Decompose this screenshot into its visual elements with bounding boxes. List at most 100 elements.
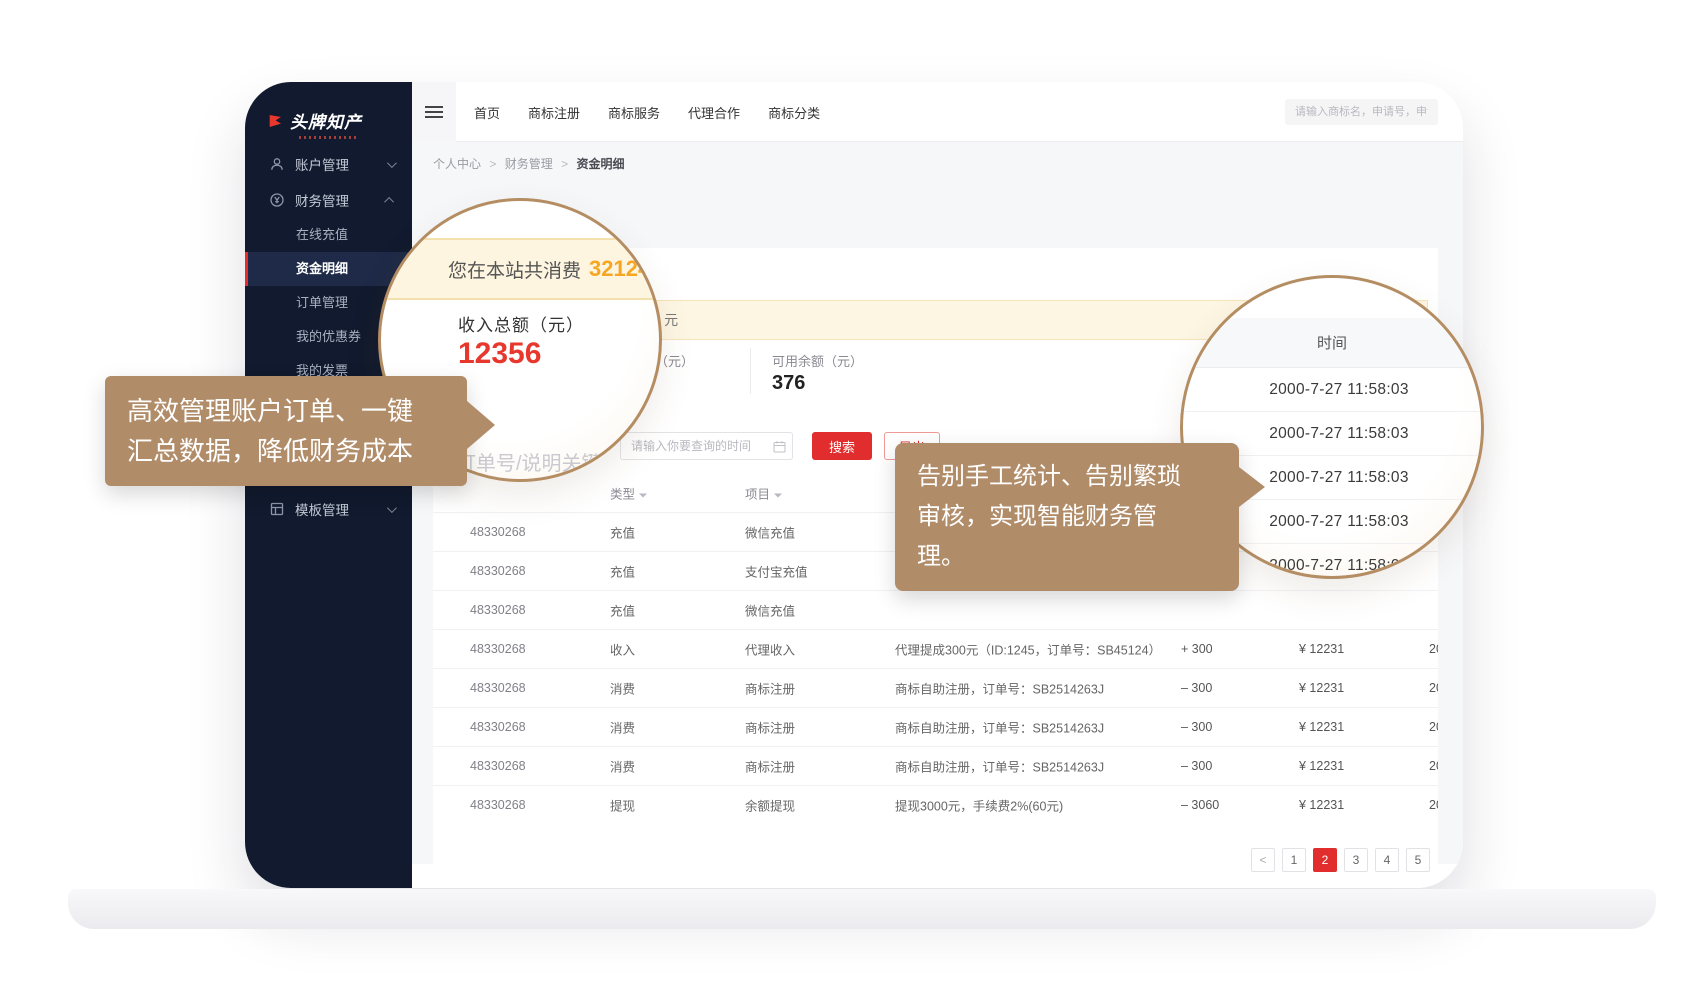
cell-desc: 提现3000元，手续费2%(60元) [895, 796, 1063, 815]
sort-caret-icon [639, 493, 647, 501]
page-button-3[interactable]: 3 [1344, 848, 1368, 872]
nav-item-trademark-register[interactable]: 商标注册 [528, 103, 580, 122]
sort-caret-icon [774, 493, 782, 501]
breadcrumb-separator: > [489, 157, 496, 171]
calendar-icon[interactable] [773, 440, 786, 453]
brand-logo: 头牌知产 [267, 108, 362, 133]
balance-label: 可用余额（元） [772, 351, 863, 370]
breadcrumb-current: 资金明细 [576, 157, 624, 171]
cell-amount: – 300 [1181, 720, 1212, 734]
cell-balance: ¥ 12231 [1299, 681, 1344, 695]
template-icon [269, 501, 285, 517]
nav-item-home[interactable]: 首页 [474, 103, 500, 122]
cell-type: 充值 [610, 523, 635, 542]
page: 头牌知产 账户管理 财务管理 在线充值 资金明细 订单管理 我的优惠券 我的 [0, 0, 1696, 1002]
brand-name: 头牌知产 [290, 108, 362, 133]
callout-right-line: 告别手工统计、告别繁琐 [917, 457, 1217, 497]
cell-amount: – 300 [1181, 681, 1212, 695]
callout-arrow-right-icon [467, 401, 495, 449]
top-nav: 首页 商标注册 商标服务 代理合作 商标分类 [474, 82, 820, 142]
table-row: 48330268 收入 代理收入 代理提成300元（ID:1245，订单号：SB… [433, 629, 1438, 668]
cell-amount: – 3060 [1181, 798, 1219, 812]
cell-time: 2000-7-27 11:58:03 [1429, 759, 1438, 773]
cell-project: 商标注册 [745, 679, 795, 698]
breadcrumb-finance[interactable]: 财务管理 [505, 157, 553, 171]
cell-order: 48330268 [470, 642, 526, 656]
trademark-search-input[interactable] [1285, 99, 1438, 125]
sidebar-item-label: 模板管理 [295, 499, 349, 519]
brand-tagline-decoration [299, 136, 357, 139]
page-button-4[interactable]: 4 [1375, 848, 1399, 872]
breadcrumb: 个人中心 > 财务管理 > 资金明细 [433, 155, 624, 172]
cell-amount: – 300 [1181, 759, 1212, 773]
stat-divider [750, 348, 751, 394]
callout-arrow-right-icon [1239, 467, 1265, 507]
nav-item-agent-coop[interactable]: 代理合作 [688, 103, 740, 122]
nav-item-trademark-category[interactable]: 商标分类 [768, 103, 820, 122]
cell-project: 商标注册 [745, 718, 795, 737]
cell-type: 充值 [610, 562, 635, 581]
cell-order: 48330268 [470, 681, 526, 695]
sidebar-item-finance[interactable]: 财务管理 [245, 182, 412, 218]
page-button-1[interactable]: 1 [1282, 848, 1306, 872]
callout-left-line: 高效管理账户订单、一键 [127, 391, 445, 431]
cell-time: 2000-7-27 11:58:03 [1429, 798, 1438, 812]
search-button[interactable]: 搜索 [812, 432, 872, 460]
page-button-2-active[interactable]: 2 [1313, 848, 1337, 872]
cell-desc: 商标自助注册，订单号：SB2514263J [895, 757, 1104, 776]
cell-desc: 商标自助注册，订单号：SB2514263J [895, 718, 1104, 737]
cell-balance: ¥ 12231 [1299, 759, 1344, 773]
magnified-notice: 您在本站共消费 32124 [378, 238, 662, 300]
sidebar-item-account[interactable]: 账户管理 [245, 146, 412, 182]
cell-order: 48330268 [470, 798, 526, 812]
magnified-notice-prefix: 您在本站共消费 [448, 256, 581, 283]
cell-type: 消费 [610, 679, 635, 698]
cell-time: 2000-7-27 11:58:03 [1429, 720, 1438, 734]
table-row: 48330268 提现 余额提现 提现3000元，手续费2%(60元) – 30… [433, 785, 1438, 824]
cell-order: 48330268 [470, 759, 526, 773]
magnified-notice-amount: 32124 [589, 256, 650, 282]
nav-item-trademark-service[interactable]: 商标服务 [608, 103, 660, 122]
cell-project: 代理收入 [745, 640, 795, 659]
cell-time: 2000-7-27 11:58:03 [1429, 642, 1438, 656]
cell-order: 48330268 [470, 525, 526, 539]
laptop-base [68, 889, 1656, 929]
page-button-5[interactable]: 5 [1406, 848, 1430, 872]
table-row: 48330268 消费 商标注册 商标自助注册，订单号：SB2514263J –… [433, 746, 1438, 785]
cell-balance: ¥ 12231 [1299, 642, 1344, 656]
sort-type-header[interactable]: 类型 [610, 484, 647, 503]
prev-page-button[interactable]: < [1251, 848, 1275, 872]
finance-icon [269, 192, 285, 208]
cell-balance: ¥ 12231 [1299, 798, 1344, 812]
cell-order: 48330268 [470, 603, 526, 617]
sidebar-item-label: 财务管理 [295, 190, 349, 210]
cell-project: 余额提现 [745, 796, 795, 815]
date-query-input[interactable] [620, 432, 793, 460]
breadcrumb-home[interactable]: 个人中心 [433, 157, 481, 171]
cell-desc: 代理提成300元（ID:1245，订单号：SB45124） [895, 640, 1161, 659]
magnified-order-search-ghost: 订单号/说明关键 [456, 447, 602, 476]
chevron-down-icon [387, 158, 397, 168]
table-row: 48330268 消费 商标注册 商标自助注册，订单号：SB2514263J –… [433, 707, 1438, 746]
sidebar-item-template[interactable]: 模板管理 [245, 491, 412, 527]
hamburger-icon [425, 111, 443, 113]
callout-right-line: 审核，实现智能财务管 [917, 497, 1217, 537]
cell-type: 收入 [610, 640, 635, 659]
notice-unit: 元 [664, 310, 678, 330]
hamburger-menu-button[interactable] [412, 82, 456, 142]
user-icon [269, 156, 285, 172]
table-row: 48330268 充值 微信充值 [433, 590, 1438, 629]
cell-order: 48330268 [470, 564, 526, 578]
magnified-time-row: 2000-7-27 11:58:03 [1180, 368, 1484, 412]
breadcrumb-separator: > [561, 157, 568, 171]
cell-balance: ¥ 12231 [1299, 720, 1344, 734]
cell-type: 消费 [610, 757, 635, 776]
cell-project: 微信充值 [745, 601, 795, 620]
callout-right: 告别手工统计、告别繁琐 审核，实现智能财务管 理。 [895, 443, 1239, 591]
top-bar: 首页 商标注册 商标服务 代理合作 商标分类 [412, 82, 1463, 142]
magnified-time-header: 时间 [1180, 318, 1484, 368]
pagination: < 1 2 3 4 5 [1251, 848, 1430, 872]
sort-project-header[interactable]: 项目 [745, 484, 782, 503]
cell-project: 商标注册 [745, 757, 795, 776]
cell-desc: 商标自助注册，订单号：SB2514263J [895, 679, 1104, 698]
